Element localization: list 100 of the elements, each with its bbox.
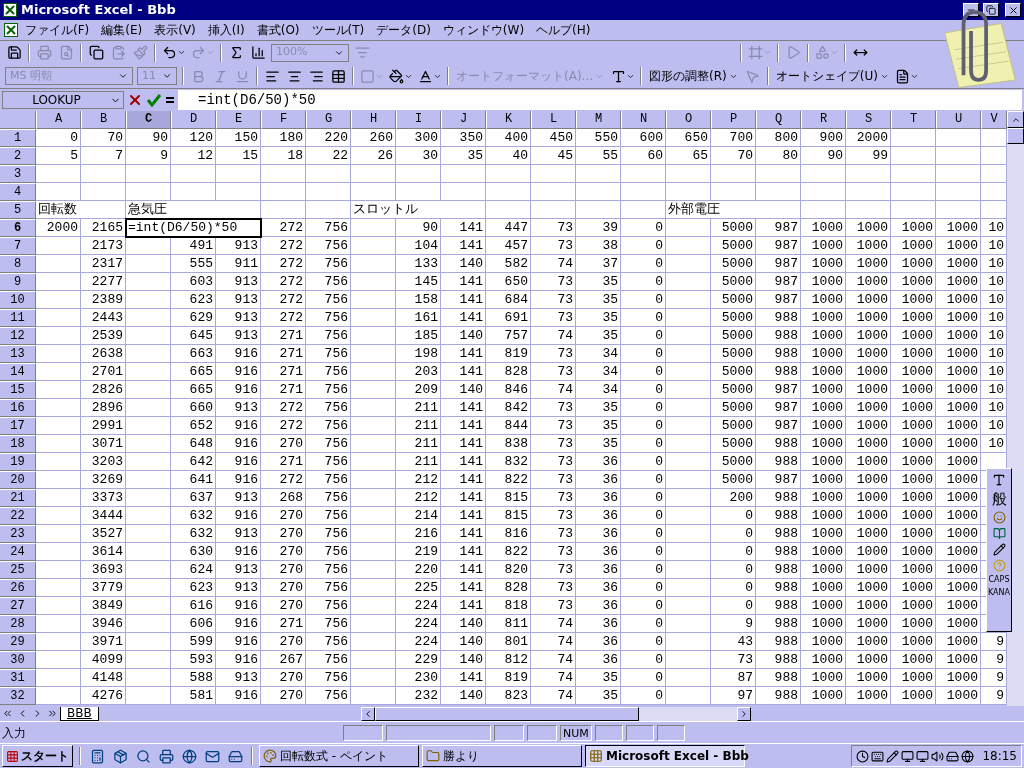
cancel-icon[interactable] [127,92,143,108]
pencil-icon[interactable] [992,543,1006,556]
column-header[interactable]: V [981,111,1007,129]
tray-icon[interactable] [856,749,870,763]
horizontal-scrollbar[interactable] [360,706,751,721]
row-header[interactable]: 23 [0,525,36,543]
row-header[interactable]: 22 [0,507,36,525]
row-header[interactable]: 3 [0,165,36,183]
row-header[interactable]: 28 [0,615,36,633]
menu-item[interactable]: 編集(E) [96,21,148,39]
tray-icon[interactable] [946,749,960,763]
menu-button[interactable]: オートシェイプ(U) [771,66,893,86]
row-header[interactable]: 13 [0,345,36,363]
scroll-right-button[interactable] [736,706,751,721]
menu-button[interactable]: 図形の調整(R) [645,66,742,86]
menu-item[interactable]: 挿入(I) [202,21,250,39]
column-header[interactable]: E [216,111,261,129]
column-header[interactable]: S [846,111,891,129]
scroll-thumb[interactable] [1007,128,1024,144]
column-header[interactable]: T [891,111,936,129]
taskbar-button[interactable]: 勝より [422,745,582,767]
column-header[interactable]: Q [756,111,801,129]
check-icon[interactable] [146,93,162,107]
column-header[interactable]: O [666,111,711,129]
column-header[interactable]: P [711,111,756,129]
row-header[interactable]: 5 [0,201,36,219]
table-cell[interactable]: =int(D6/50)*50 [126,219,261,237]
column-header[interactable]: I [396,111,441,129]
menu-item[interactable]: ツール(T) [306,21,370,39]
clock: 18:15 [982,748,1017,765]
taskbar-button[interactable]: 回転数式 - ペイント [259,745,419,767]
column-header[interactable]: A [36,111,81,129]
column-header[interactable]: G [306,111,351,129]
text-icon[interactable] [992,473,1006,487]
row-header[interactable]: 4 [0,183,36,201]
row-header[interactable]: 9 [0,273,36,291]
column-header[interactable]: M [576,111,621,129]
close-button[interactable] [1005,3,1021,17]
menu-item[interactable]: ヘルプ(H) [531,21,596,39]
row-header[interactable]: 25 [0,561,36,579]
row-header[interactable]: 18 [0,435,36,453]
tray-icon[interactable] [916,749,930,763]
row-header[interactable]: 11 [0,309,36,327]
sheet-tab[interactable]: BBB [60,706,99,721]
row-header[interactable]: 8 [0,255,36,273]
row-header[interactable]: 24 [0,543,36,561]
folder-icon [426,749,440,763]
row-header[interactable]: 1 [0,129,36,147]
equals-icon[interactable] [165,96,175,104]
row-header[interactable]: 15 [0,381,36,399]
column-header[interactable]: F [261,111,306,129]
face-icon[interactable] [992,511,1006,524]
row-header[interactable]: 7 [0,237,36,255]
column-header[interactable]: L [531,111,576,129]
restore-button[interactable] [983,3,999,17]
tray-icon[interactable] [901,749,915,763]
tray-icon[interactable] [931,749,945,763]
menu-item[interactable]: ウィンドウ(W) [437,21,530,39]
tray-icon[interactable] [961,749,975,763]
column-header[interactable]: N [621,111,666,129]
ime-mode[interactable]: 般 [991,490,1007,508]
row-header[interactable]: 6 [0,219,36,237]
column-header[interactable]: R [801,111,846,129]
row-header[interactable]: 26 [0,579,36,597]
row-header[interactable]: 10 [0,291,36,309]
menu-item[interactable]: 表示(V) [149,21,201,39]
row-header[interactable]: 16 [0,399,36,417]
column-header[interactable]: K [486,111,531,129]
row-header[interactable]: 32 [0,687,36,705]
row-header[interactable]: 12 [0,327,36,345]
table-cell[interactable]: 急気圧 [126,201,261,219]
row-header[interactable]: 19 [0,453,36,471]
row-header[interactable]: 20 [0,471,36,489]
menu-item[interactable]: 書式(O) [251,21,305,39]
column-header[interactable]: C [126,111,171,129]
column-header[interactable]: B [81,111,126,129]
column-header[interactable]: J [441,111,486,129]
name-box[interactable]: LOOKUP [2,91,124,109]
scroll-up-button[interactable] [1007,111,1024,128]
row-header[interactable]: 30 [0,651,36,669]
menu-item[interactable]: ファイル(F) [20,21,95,39]
row-header[interactable]: 21 [0,489,36,507]
row-header[interactable]: 29 [0,633,36,651]
column-header[interactable]: U [936,111,981,129]
tray-icon[interactable] [871,749,885,763]
row-header[interactable]: 31 [0,669,36,687]
tray-icon[interactable] [886,749,900,763]
formula-field[interactable]: =int(D6/50)*50 [178,90,1022,110]
column-header[interactable]: D [171,111,216,129]
start-button[interactable]: スタート [2,745,73,767]
row-header[interactable]: 2 [0,147,36,165]
row-header[interactable]: 14 [0,363,36,381]
column-header[interactable]: H [351,111,396,129]
row-header[interactable]: 27 [0,597,36,615]
scroll-left-button[interactable] [360,706,375,721]
book-icon[interactable] [992,527,1006,540]
scroll-thumb[interactable] [374,706,639,721]
status-panel [527,724,557,741]
menu-item[interactable]: データ(D) [371,21,436,39]
row-header[interactable]: 17 [0,417,36,435]
